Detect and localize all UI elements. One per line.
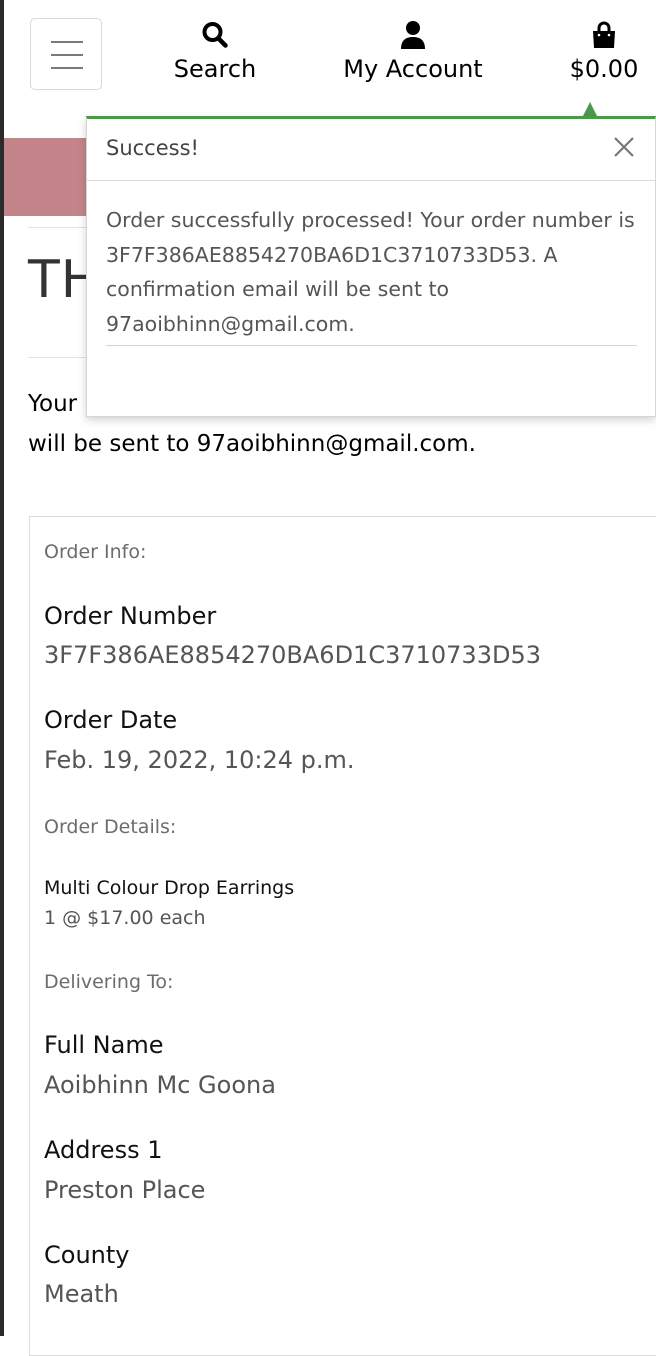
order-date-value: Feb. 19, 2022, 10:24 p.m.: [44, 746, 355, 774]
nav-search-link[interactable]: Search: [160, 20, 270, 86]
full-name-label: Full Name: [44, 1031, 164, 1059]
toast-title: Success!: [106, 136, 199, 160]
order-item-qty-price: 1 @ $17.00 each: [44, 907, 206, 929]
shopping-bag-icon: [593, 21, 615, 48]
intro-text-continued: will be sent to 97aoibhinn@gmail.com.: [28, 431, 476, 457]
toast-pointer-arrow: [583, 102, 597, 116]
success-toast: Success! Order successfully processed! Y…: [86, 116, 656, 417]
full-name-value: Aoibhinn Mc Goona: [44, 1071, 276, 1099]
address1-label: Address 1: [44, 1136, 163, 1164]
nav-my-account-label: My Account: [343, 55, 483, 83]
order-number-value: 3F7F386AE8854270BA6D1C3710733D53: [44, 641, 541, 669]
nav-my-account-link[interactable]: My Account: [334, 20, 492, 86]
toast-divider: [106, 345, 637, 346]
toast-header: Success!: [87, 119, 655, 181]
banner-strip: [4, 138, 90, 216]
county-value: Meath: [44, 1280, 119, 1308]
nav-search-label: Search: [173, 55, 257, 83]
nav-bag-link[interactable]: $0.00: [558, 20, 650, 86]
intro-text: Your: [28, 391, 78, 417]
order-summary-card: Order Info: Order Number 3F7F386AE885427…: [29, 516, 656, 1356]
user-icon: [401, 21, 425, 49]
order-info-title: Order Info:: [44, 541, 147, 563]
divider: [28, 357, 88, 358]
delivery-title: Delivering To:: [44, 971, 174, 993]
toast-message: Order successfully processed! Your order…: [106, 208, 635, 336]
order-item-name: Multi Colour Drop Earrings: [44, 877, 295, 899]
county-label: County: [44, 1241, 130, 1269]
order-date-label: Order Date: [44, 706, 178, 734]
bag-total: $0.00: [569, 55, 639, 83]
address1-value: Preston Place: [44, 1176, 206, 1204]
menu-toggle-button[interactable]: [30, 18, 102, 90]
order-details-title: Order Details:: [44, 816, 177, 838]
divider: [28, 227, 88, 228]
order-number-label: Order Number: [44, 602, 217, 630]
close-icon[interactable]: [611, 134, 637, 160]
search-icon: [202, 22, 228, 48]
